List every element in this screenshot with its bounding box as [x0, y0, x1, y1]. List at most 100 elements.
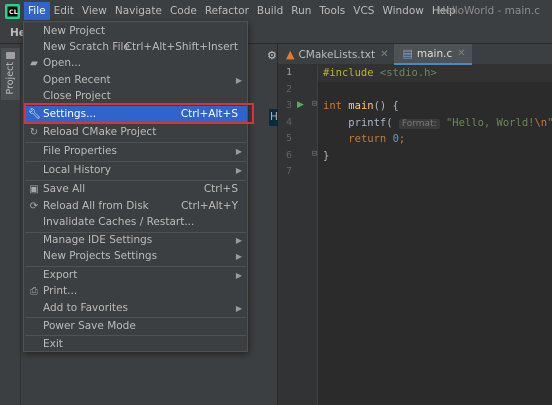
code-semicolon: ; [398, 133, 406, 145]
submenu-arrow-icon: ▶ [235, 236, 242, 245]
menu-item-manage-ide-settings[interactable]: Manage IDE Settings ▶ [24, 232, 247, 249]
menu-item-label: Reload All from Disk [43, 200, 149, 212]
printer-icon: ⎙ [30, 286, 38, 297]
menu-item-label: Save All [43, 183, 86, 195]
menu-item-label: New Project [43, 25, 106, 37]
code-call: printf( [348, 117, 393, 129]
menu-item-open-recent[interactable]: Open Recent ▶ [24, 72, 247, 89]
line-number: 3 [285, 100, 292, 111]
close-icon[interactable]: ✕ [457, 48, 465, 59]
menu-item-new-projects-settings[interactable]: New Projects Settings ▶ [24, 248, 247, 265]
code-directive: #include [323, 67, 374, 79]
menu-refactor[interactable]: Refactor [201, 2, 253, 20]
menu-tools[interactable]: Tools [315, 2, 349, 20]
code-header: <stdio.h> [379, 67, 437, 79]
menu-item-label: Export [43, 269, 78, 281]
line-number: 6 [285, 150, 292, 161]
menu-item-label: Manage IDE Settings [43, 234, 153, 246]
fold-end-icon[interactable]: ⊟ [312, 149, 317, 159]
menu-bar: CL File Edit View Navigate Code Refactor… [0, 0, 552, 22]
menu-file[interactable]: File [24, 2, 50, 20]
menu-navigate[interactable]: Navigate [111, 2, 166, 20]
reload-icon: ↻ [29, 127, 39, 138]
menu-item-add-to-favorites[interactable]: Add to Favorites ▶ [24, 300, 247, 317]
menu-view[interactable]: View [78, 2, 111, 20]
code-line: } [323, 150, 329, 162]
menu-run[interactable]: Run [287, 2, 315, 20]
menu-item-reload-all-from-disk[interactable]: ⟳ Reload All from Disk Ctrl+Alt+Y [24, 198, 247, 215]
menu-item-label: Invalidate Caches / Restart... [43, 216, 195, 228]
submenu-arrow-icon: ▶ [235, 252, 242, 261]
sync-icon: ⟳ [29, 201, 39, 212]
submenu-arrow-icon: ▶ [235, 166, 242, 175]
clion-logo-icon[interactable]: CL [4, 3, 20, 19]
file-menu-dropdown: New Project New Scratch File Ctrl+Alt+Sh… [23, 21, 248, 352]
line-number: 7 [285, 166, 292, 177]
cmake-icon: ▲ [286, 48, 295, 61]
menu-item-exit[interactable]: Exit [24, 336, 247, 353]
window-title: HelloWorld - main.c [437, 5, 540, 17]
left-tool-strip: Project [0, 44, 21, 405]
menu-item-save-all[interactable]: ▣ Save All Ctrl+S [24, 181, 247, 198]
folder-icon [6, 52, 15, 59]
project-tool-tab-label: Project [5, 62, 16, 95]
tab-label: CMakeLists.txt [298, 48, 376, 61]
menu-code[interactable]: Code [166, 2, 201, 20]
menu-item-shortcut: Ctrl+Alt+Y [181, 200, 238, 212]
submenu-arrow-icon: ▶ [235, 76, 242, 85]
menu-item-invalidate-caches[interactable]: Invalidate Caches / Restart... [24, 214, 247, 231]
project-tool-tab[interactable]: Project [1, 48, 20, 100]
run-gutter-icon[interactable]: ▶ [297, 100, 304, 110]
menu-item-print[interactable]: ⎙ Print... [24, 283, 247, 300]
menu-item-label: Local History [43, 164, 111, 176]
c-file-icon: ▤ [402, 47, 413, 60]
menu-item-reload-cmake-project[interactable]: ↻ Reload CMake Project [24, 124, 247, 141]
close-icon[interactable]: ✕ [380, 49, 388, 60]
settings-highlight-box [24, 103, 254, 124]
menu-item-label: Open... [43, 57, 82, 69]
code-function: main [348, 100, 374, 112]
menu-item-file-properties[interactable]: File Properties ▶ [24, 143, 247, 160]
menu-item-label: New Scratch File [43, 41, 130, 53]
code-line: return 0; [323, 133, 405, 145]
submenu-arrow-icon: ▶ [235, 147, 242, 156]
code-line: printf( Format: "Hello, World!\n") [323, 117, 552, 129]
menu-item-power-save-mode[interactable]: Power Save Mode [24, 318, 247, 335]
menu-window[interactable]: Window [378, 2, 427, 20]
svg-text:CL: CL [9, 8, 18, 16]
menu-edit[interactable]: Edit [50, 2, 78, 20]
editor-tab-bar: ▲ CMakeLists.txt ✕ ▤ main.c ✕ [278, 44, 552, 65]
menu-vcs[interactable]: VCS [349, 2, 378, 20]
menu-item-new-scratch-file[interactable]: New Scratch File Ctrl+Alt+Shift+Insert [24, 39, 247, 56]
menu-item-label: Power Save Mode [43, 320, 136, 332]
code-editor[interactable]: #include <stdio.h> int main() { printf( … [318, 65, 552, 405]
code-line: #include <stdio.h> [323, 67, 437, 79]
submenu-arrow-icon: ▶ [235, 271, 242, 280]
folder-icon: ▰ [30, 58, 38, 69]
line-number: 1 [285, 67, 292, 78]
code-keyword: int [323, 100, 342, 112]
menu-item-label: Print... [43, 285, 78, 297]
menu-item-label: New Projects Settings [43, 250, 158, 262]
menu-build[interactable]: Build [253, 2, 287, 20]
parameter-hint: Format: [398, 119, 440, 129]
tab-label: main.c [416, 47, 453, 60]
save-icon: ▣ [29, 184, 39, 195]
code-text: } [323, 150, 330, 162]
tab-cmakelists[interactable]: ▲ CMakeLists.txt ✕ [278, 44, 394, 65]
menu-item-label: Reload CMake Project [43, 126, 157, 138]
menu-item-open[interactable]: ▰ Open... [24, 55, 247, 72]
line-number: 5 [285, 133, 292, 144]
menu-item-label: Exit [43, 338, 63, 350]
code-keyword: return [348, 133, 387, 145]
menu-item-export[interactable]: Export ▶ [24, 267, 247, 284]
menu-item-label: Add to Favorites [43, 302, 128, 314]
tab-main-c[interactable]: ▤ main.c ✕ [394, 44, 472, 65]
code-string: "Hello, World! [445, 117, 535, 129]
code-string-end: ") [547, 117, 552, 129]
menu-item-new-project[interactable]: New Project [24, 23, 247, 40]
menu-item-local-history[interactable]: Local History ▶ [24, 162, 247, 179]
fold-start-icon[interactable]: ⊟ [312, 99, 317, 109]
editor-gutter: 1 2 3 4 5 6 7 ▶ ⊟ ⊟ [278, 65, 318, 405]
menu-item-shortcut: Ctrl+S [203, 183, 238, 195]
